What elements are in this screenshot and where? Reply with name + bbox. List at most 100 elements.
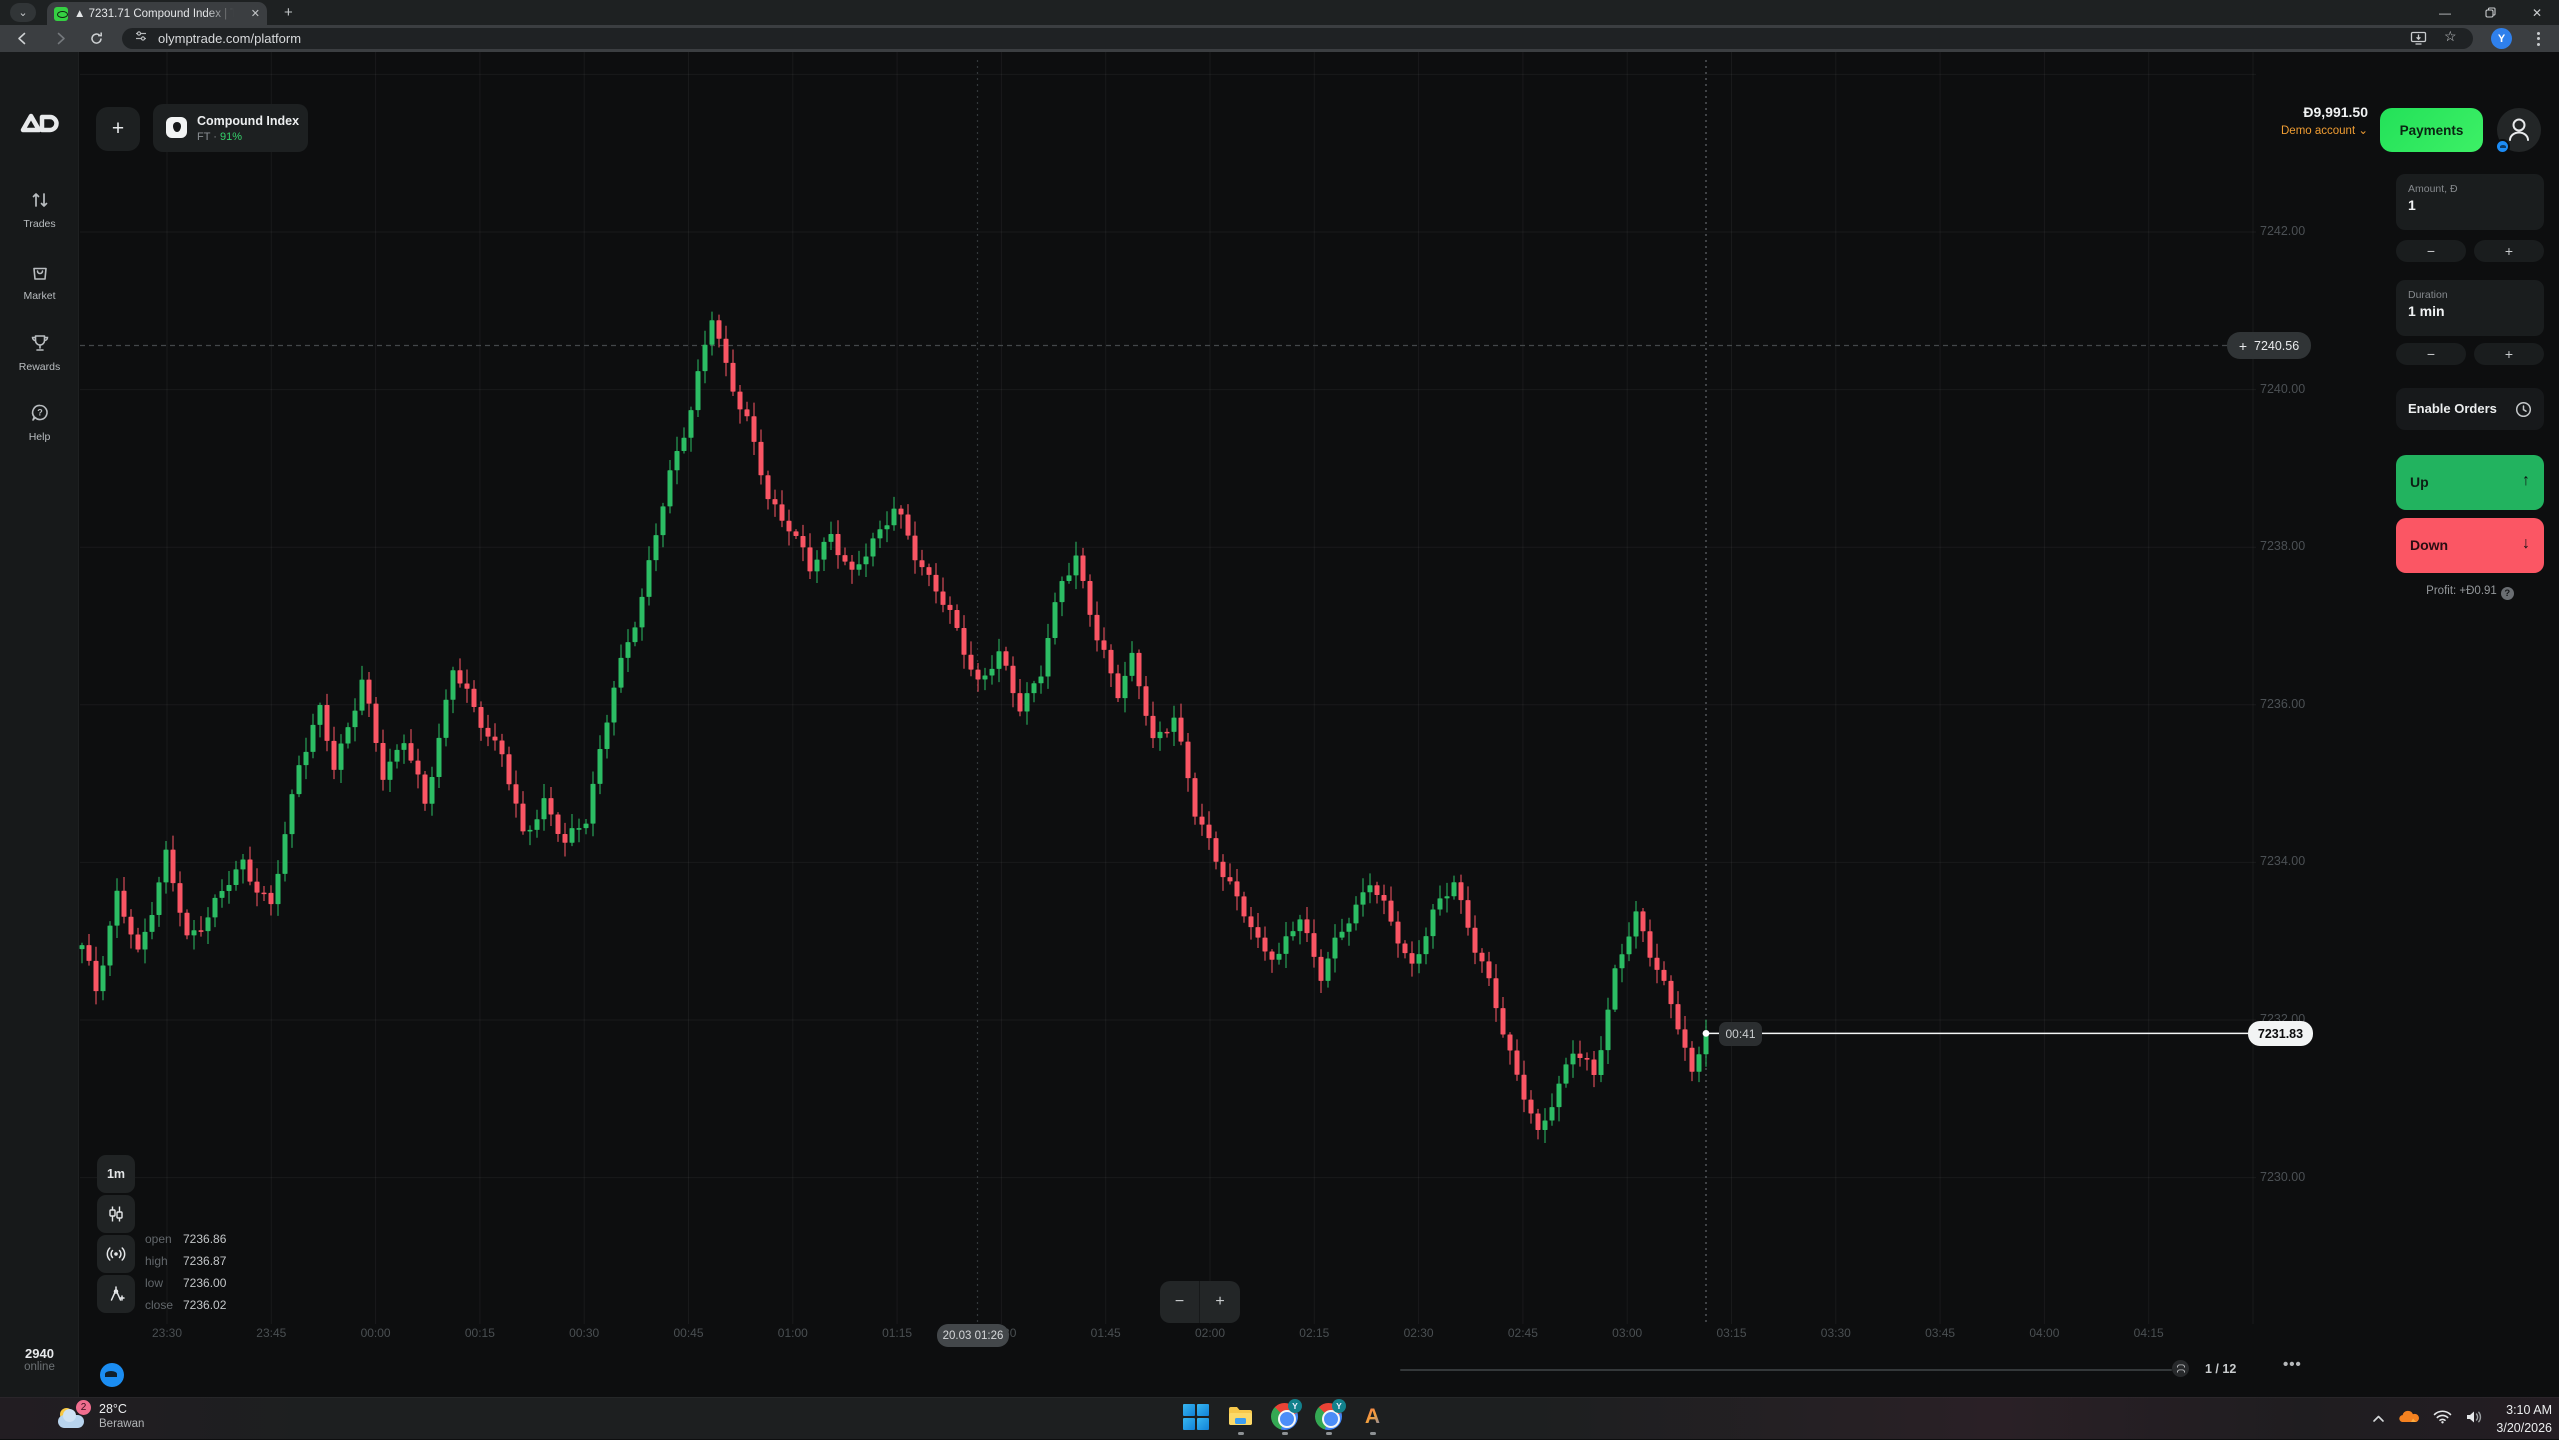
bookmark-star-icon[interactable]: ☆ bbox=[2444, 28, 2457, 45]
market-icon bbox=[30, 262, 50, 282]
asset-subtitle: FT · 91% bbox=[197, 131, 242, 143]
amount-value[interactable]: 1 bbox=[2408, 197, 2544, 213]
windows-logo-icon bbox=[1183, 1403, 1210, 1430]
balance-block[interactable]: Đ9,991.50 Demo account ⌄ bbox=[2180, 104, 2368, 137]
clock-icon bbox=[2515, 401, 2532, 418]
zoom-out-button[interactable]: − bbox=[1160, 1281, 1200, 1323]
asset-payout: 91% bbox=[220, 131, 242, 143]
duration-plus-button[interactable]: + bbox=[2474, 343, 2544, 365]
indicators-button[interactable] bbox=[97, 1235, 135, 1273]
reload-icon[interactable] bbox=[86, 28, 107, 49]
time-axis-label: 00:15 bbox=[465, 1326, 495, 1340]
browser-tab[interactable]: ▲ 7231.71 Compound Index | Tr ✕ bbox=[47, 2, 267, 25]
up-button[interactable]: Up ↑ bbox=[2396, 455, 2544, 510]
forward-icon[interactable] bbox=[50, 28, 71, 49]
chrome-button-2[interactable]: Y bbox=[1315, 1403, 1342, 1430]
amount-field[interactable]: Amount, Đ 1 bbox=[2396, 174, 2544, 230]
chart-scrollbar[interactable] bbox=[1400, 1369, 2172, 1371]
asset-card[interactable]: Compound Index FT · 91% bbox=[153, 104, 308, 152]
price-axis-label: 7242.00 bbox=[2260, 224, 2305, 238]
wifi-icon[interactable] bbox=[2433, 1410, 2452, 1429]
app-a-icon: A bbox=[1359, 1403, 1386, 1430]
olymptrade-logo[interactable] bbox=[20, 110, 60, 143]
start-button[interactable] bbox=[1183, 1403, 1210, 1430]
time-axis-label: 01:15 bbox=[882, 1326, 912, 1340]
volume-icon[interactable] bbox=[2465, 1410, 2483, 1429]
candlestick-chart[interactable] bbox=[0, 52, 2559, 1397]
trade-countdown-pill: 00:41 bbox=[1719, 1022, 1762, 1046]
chart-type-button[interactable] bbox=[97, 1195, 135, 1233]
amount-minus-button[interactable]: − bbox=[2396, 240, 2466, 262]
drawing-tools-button[interactable] bbox=[97, 1275, 135, 1313]
price-axis-label: 7240.00 bbox=[2260, 382, 2305, 396]
time-axis-label: 04:15 bbox=[2134, 1326, 2164, 1340]
olymptrade-favicon bbox=[54, 7, 68, 21]
window-close-button[interactable]: ✕ bbox=[2517, 0, 2557, 25]
timeframe-button[interactable]: 1m bbox=[97, 1155, 135, 1193]
duration-value[interactable]: 1 min bbox=[2408, 303, 2544, 319]
browser-menu-icon[interactable] bbox=[2532, 29, 2544, 48]
trades-icon bbox=[30, 190, 50, 210]
tab-search-button[interactable]: ⌄ bbox=[10, 3, 36, 22]
candlestick-icon bbox=[107, 1205, 125, 1223]
profit-help-icon[interactable]: ? bbox=[2501, 587, 2514, 600]
alert-price-pill[interactable]: +7240.56 bbox=[2227, 332, 2311, 359]
user-avatar[interactable] bbox=[2497, 108, 2541, 152]
sidebar: Trades Market Rewards ? Help 2940 online bbox=[0, 52, 79, 1397]
date-marker-pill: 20.03 01:26 bbox=[937, 1324, 1009, 1347]
enable-orders-button[interactable]: Enable Orders bbox=[2396, 388, 2544, 430]
system-clock[interactable]: 3:10 AM 3/20/2026 bbox=[2496, 1401, 2552, 1437]
history-pages-icon[interactable] bbox=[2172, 1360, 2189, 1377]
window-maximize-button[interactable] bbox=[2470, 0, 2510, 25]
add-asset-button[interactable]: + bbox=[96, 107, 140, 151]
new-tab-button[interactable]: + bbox=[284, 4, 293, 21]
tray-date: 3/20/2026 bbox=[2496, 1419, 2552, 1437]
cloudflare-warp-icon[interactable] bbox=[2398, 1410, 2420, 1429]
url-bar[interactable]: olymptrade.com/platform bbox=[122, 28, 2473, 49]
sidebar-item-help[interactable]: ? Help bbox=[0, 403, 79, 443]
price-axis-label: 7238.00 bbox=[2260, 539, 2305, 553]
asset-name: Compound Index bbox=[197, 114, 299, 128]
tab-close-icon[interactable]: ✕ bbox=[251, 7, 260, 20]
browser-profile-avatar[interactable]: Y bbox=[2491, 28, 2512, 49]
live-signal-icon bbox=[106, 1246, 126, 1262]
amount-plus-button[interactable]: + bbox=[2474, 240, 2544, 262]
weather-widget[interactable]: 2 28°C Berawan bbox=[57, 1402, 144, 1436]
url-text: olymptrade.com/platform bbox=[158, 31, 301, 46]
rewards-icon bbox=[29, 333, 51, 353]
balance-amount: Đ9,991.50 bbox=[2180, 104, 2368, 120]
duration-field[interactable]: Duration 1 min bbox=[2396, 280, 2544, 336]
time-axis-label: 23:30 bbox=[152, 1326, 182, 1340]
arrow-down-icon: ↓ bbox=[2522, 535, 2530, 553]
app-a-button[interactable]: A bbox=[1359, 1403, 1386, 1430]
asset-icon bbox=[166, 117, 187, 138]
install-app-icon[interactable] bbox=[2410, 30, 2427, 51]
time-axis-label: 00:30 bbox=[569, 1326, 599, 1340]
time-axis-label: 03:00 bbox=[1612, 1326, 1642, 1340]
chrome-profile-badge: Y bbox=[1332, 1399, 1346, 1413]
support-chat-badge bbox=[2495, 139, 2510, 154]
duration-minus-button[interactable]: − bbox=[2396, 343, 2466, 365]
trading-platform: 7242.007240.007238.007236.007234.007232.… bbox=[0, 52, 2559, 1397]
chrome-button-1[interactable]: Y bbox=[1271, 1403, 1298, 1430]
file-explorer-button[interactable] bbox=[1227, 1403, 1254, 1430]
sidebar-item-trades[interactable]: Trades bbox=[0, 190, 79, 230]
payments-button[interactable]: Payments bbox=[2380, 108, 2483, 152]
page-indicator[interactable]: 1 / 12 bbox=[2205, 1362, 2236, 1376]
browser-tab-strip: ⌄ ▲ 7231.71 Compound Index | Tr ✕ + — ✕ bbox=[0, 0, 2559, 25]
down-button[interactable]: Down ↓ bbox=[2396, 518, 2544, 573]
site-settings-icon[interactable] bbox=[134, 29, 148, 48]
tray-overflow-chevron[interactable] bbox=[2372, 1410, 2385, 1428]
window-minimize-button[interactable]: — bbox=[2425, 0, 2465, 25]
profit-info: Profit: +Đ0.91? bbox=[2396, 585, 2544, 600]
sidebar-item-market[interactable]: Market bbox=[0, 262, 79, 302]
account-switcher[interactable]: Demo account ⌄ bbox=[2180, 123, 2368, 137]
sidebar-item-rewards[interactable]: Rewards bbox=[0, 333, 79, 373]
more-options-icon[interactable]: ••• bbox=[2283, 1356, 2302, 1373]
back-icon[interactable] bbox=[12, 28, 33, 49]
support-chat-button[interactable] bbox=[100, 1363, 124, 1387]
alert-plus-icon[interactable]: + bbox=[2239, 338, 2247, 354]
zoom-in-button[interactable]: + bbox=[1200, 1281, 1240, 1323]
price-axis-label: 7230.00 bbox=[2260, 1170, 2305, 1184]
time-axis-label: 02:30 bbox=[1404, 1326, 1434, 1340]
